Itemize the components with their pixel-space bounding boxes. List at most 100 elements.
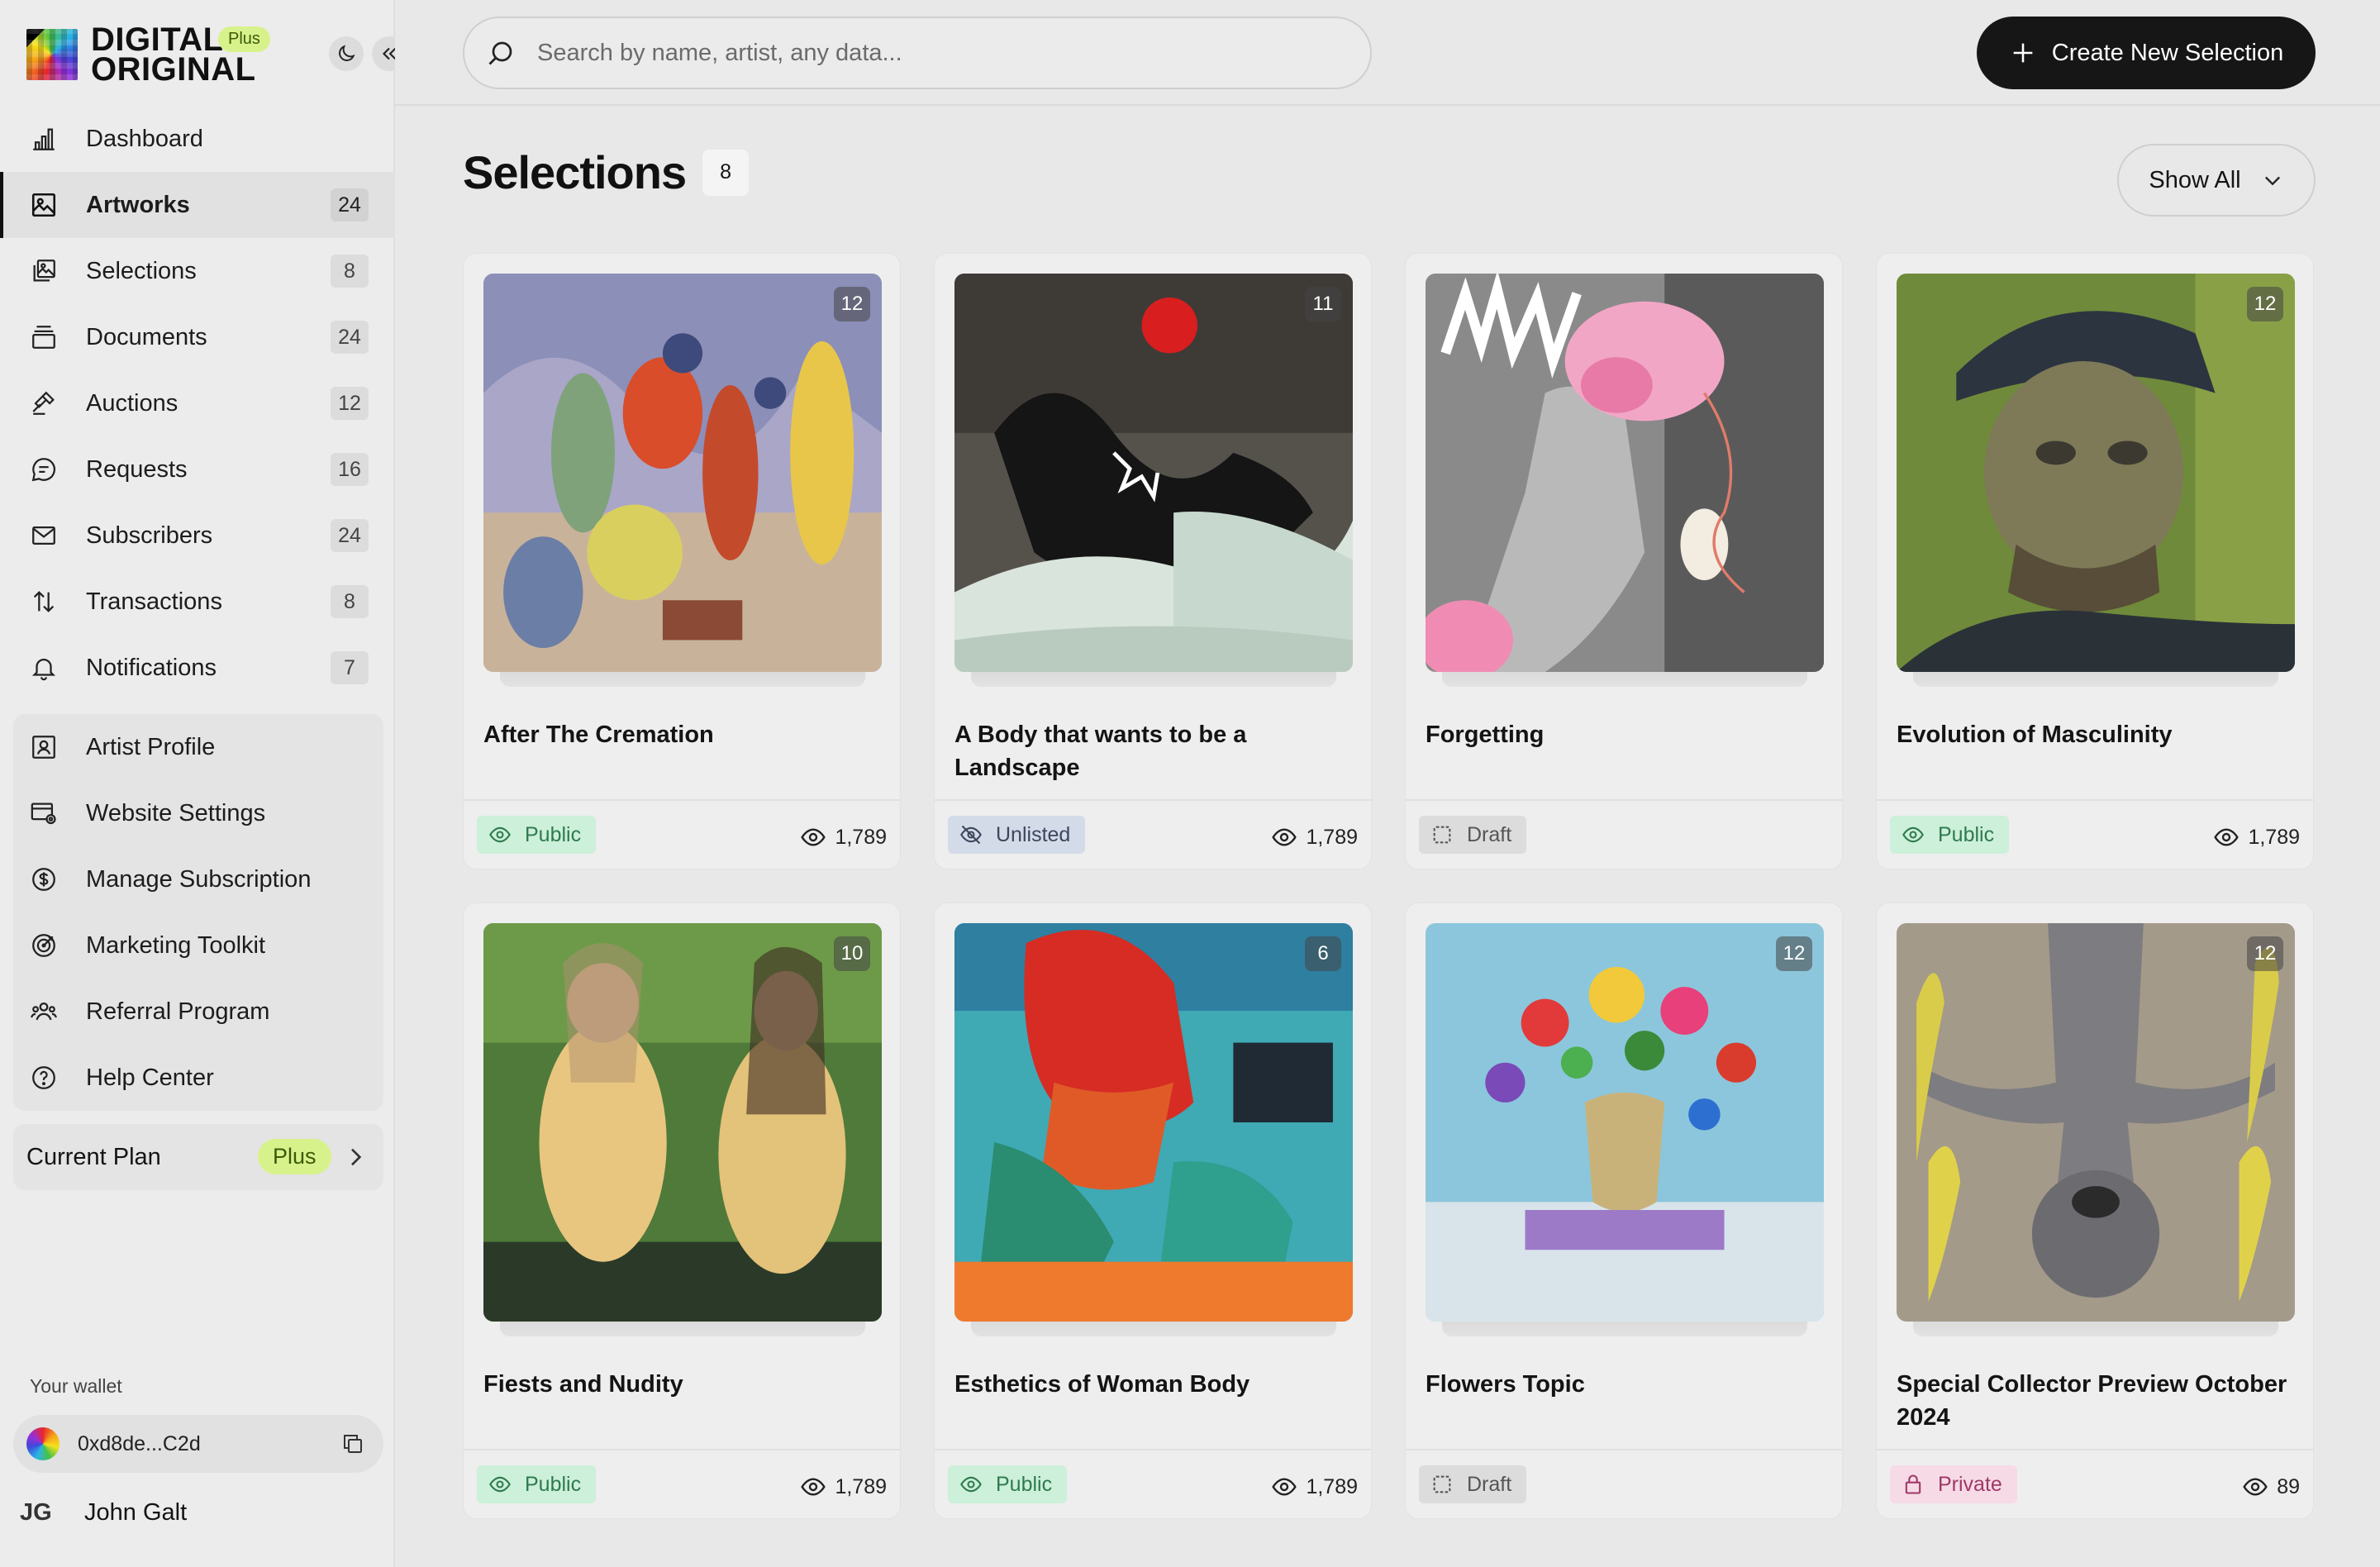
sidebar-item-dashboard[interactable]: Dashboard	[0, 106, 395, 172]
card-footer: Draft	[1406, 1449, 1842, 1518]
status-badge: Draft	[1419, 816, 1527, 854]
sidebar-item-website-settings[interactable]: Website Settings	[13, 780, 383, 846]
thumbnail-count-badge: 10	[834, 936, 870, 971]
views-count: 1,789	[2213, 824, 2300, 850]
sidebar-item-label: Selections	[86, 257, 197, 284]
sidebar-item-manage-subscription[interactable]: Manage Subscription	[13, 846, 383, 912]
sidebar-item-label: Help Center	[86, 1064, 214, 1091]
sidebar-item-subscribers[interactable]: Subscribers 24	[0, 502, 395, 569]
status-label: Public	[525, 1472, 582, 1496]
artwork-thumbnail[interactable]	[1897, 923, 2295, 1322]
sidebar-item-label: Marketing Toolkit	[86, 931, 266, 959]
primary-nav: Dashboard Artworks 24 Selections 8 Docum…	[0, 106, 395, 701]
target-icon	[28, 930, 60, 961]
app-root: DIGITAL ORIGINAL Plus Dashboard Artworks…	[0, 0, 2380, 1567]
card-thumbnail-stack: 12	[1897, 923, 2295, 1336]
page-title: Selections	[463, 146, 687, 198]
selection-card[interactable]: 11 A Body that wants to be a Landscape U…	[934, 253, 1372, 869]
show-all-label: Show All	[2149, 166, 2241, 193]
artwork-thumbnail[interactable]	[1426, 923, 1824, 1322]
sidebar-item-referral-program[interactable]: Referral Program	[13, 979, 383, 1045]
thumbnail-count-badge: 6	[1305, 936, 1341, 971]
artwork-thumbnail[interactable]	[954, 274, 1353, 672]
selection-card[interactable]: 12 Special Collector Preview October 202…	[1876, 903, 2314, 1519]
selection-card[interactable]: Forgetting Draft	[1405, 253, 1843, 869]
card-title: A Body that wants to be a Landscape	[954, 722, 1247, 781]
sidebar-item-requests[interactable]: Requests 16	[0, 436, 395, 502]
search-input[interactable]	[537, 39, 1281, 67]
eye-icon	[2214, 828, 2240, 846]
status-label: Private	[1938, 1472, 2002, 1496]
card-title: Fiests and Nudity	[483, 1371, 683, 1398]
wallet-label: Your wallet	[30, 1375, 122, 1397]
card-thumbnail-stack: 6	[954, 923, 1353, 1336]
artwork-thumbnail[interactable]	[1426, 274, 1824, 672]
eye-icon	[1902, 826, 1924, 843]
card-footer: Draft	[1406, 799, 1842, 869]
eye-icon	[1272, 828, 1297, 846]
selection-card[interactable]: 12 Evolution of Masculinity Public 1,789	[1876, 253, 2314, 869]
copy-icon[interactable]	[340, 1431, 365, 1456]
eye-icon	[960, 1476, 982, 1493]
sidebar-item-count: 7	[331, 651, 369, 684]
artwork-thumbnail[interactable]	[483, 923, 882, 1322]
search-bar[interactable]	[463, 17, 1372, 89]
eye-icon	[2243, 1478, 2268, 1496]
show-all-dropdown[interactable]: Show All	[2117, 144, 2316, 217]
selection-card[interactable]: 10 Fiests and Nudity Public 1,789	[463, 903, 901, 1519]
page-header: Selections 8	[463, 145, 750, 199]
card-footer: Private 89	[1877, 1449, 2313, 1518]
sidebar-item-count: 24	[331, 519, 369, 552]
artwork-thumbnail[interactable]	[483, 274, 882, 672]
current-plan-row[interactable]: Current Plan Plus	[13, 1124, 383, 1190]
lock-icon	[1905, 1474, 1921, 1494]
status-label: Unlisted	[996, 822, 1071, 846]
artwork-thumbnail[interactable]	[1897, 274, 2295, 672]
painting-image	[1897, 274, 2295, 672]
brand-logo[interactable]: DIGITAL ORIGINAL Plus	[26, 23, 270, 86]
search-icon	[488, 41, 512, 65]
image-icon	[28, 189, 60, 221]
eye-icon	[801, 1478, 826, 1496]
thumbnail-count-badge: 12	[2247, 936, 2283, 971]
eye-icon	[489, 826, 511, 843]
sidebar-item-label: Requests	[86, 455, 188, 483]
sidebar-item-selections[interactable]: Selections 8	[0, 238, 395, 304]
bar-chart-icon	[28, 123, 60, 155]
status-label: Public	[996, 1472, 1053, 1496]
user-profile[interactable]: JG John Galt	[20, 1499, 187, 1527]
sidebar-item-label: Notifications	[86, 654, 217, 681]
sidebar-item-transactions[interactable]: Transactions 8	[0, 569, 395, 635]
user-name: John Galt	[84, 1499, 188, 1526]
sidebar-item-count: 16	[331, 453, 369, 486]
sidebar-item-artworks[interactable]: Artworks 24	[0, 172, 395, 238]
card-thumbnail-stack: 11	[954, 274, 1353, 687]
sidebar-item-artist-profile[interactable]: Artist Profile	[13, 714, 383, 780]
status-badge: Public	[1890, 816, 2010, 854]
artwork-thumbnail[interactable]	[954, 923, 1353, 1322]
card-thumbnail-stack: 12	[1897, 274, 2295, 687]
selection-card[interactable]: 6 Esthetics of Woman Body Public 1,789	[934, 903, 1372, 1519]
thumbnail-count-badge: 12	[2247, 287, 2283, 321]
sidebar-item-documents[interactable]: Documents 24	[0, 304, 395, 370]
selection-card[interactable]: 12 Flowers Topic Draft	[1405, 903, 1843, 1519]
plus-icon	[2013, 43, 2033, 63]
sidebar-item-help-center[interactable]: Help Center	[13, 1045, 383, 1111]
selection-card[interactable]: 12 After The Cremation Public 1,789	[463, 253, 901, 869]
views-value: 89	[2277, 1474, 2300, 1498]
views-value: 1,789	[835, 1474, 887, 1498]
painting-image	[954, 274, 1353, 672]
sidebar-item-count: 8	[331, 255, 369, 288]
sidebar-item-notifications[interactable]: Notifications 7	[0, 635, 395, 701]
dashed-square-icon	[1433, 1475, 1451, 1493]
dollar-circle-icon	[28, 864, 60, 895]
sidebar-item-auctions[interactable]: Auctions 12	[0, 370, 395, 436]
create-new-selection-button[interactable]: Create New Selection	[1977, 17, 2316, 89]
sidebar-item-marketing-toolkit[interactable]: Marketing Toolkit	[13, 912, 383, 979]
status-badge: Unlisted	[948, 816, 1086, 854]
card-thumbnail-stack: 12	[483, 274, 882, 687]
card-footer: Public 1,789	[935, 1449, 1371, 1518]
status-badge: Private	[1890, 1465, 2017, 1503]
theme-toggle-button[interactable]	[329, 36, 364, 71]
views-count: 89	[2242, 1474, 2300, 1500]
